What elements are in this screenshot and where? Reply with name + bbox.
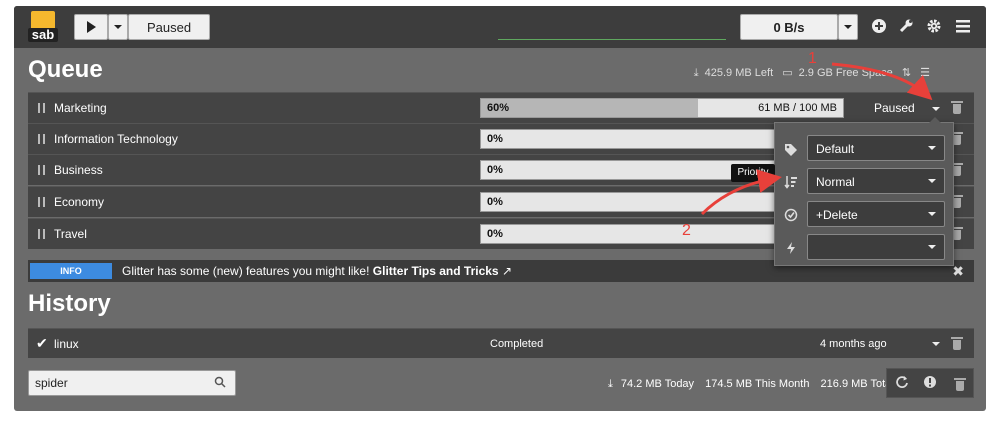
annotation-label-1: 1: [808, 50, 817, 67]
annotation-label-2: 2: [682, 222, 691, 239]
arrow-one: [831, 62, 933, 101]
arrow-two: [700, 169, 782, 216]
annotation-arrows: [700, 62, 933, 216]
